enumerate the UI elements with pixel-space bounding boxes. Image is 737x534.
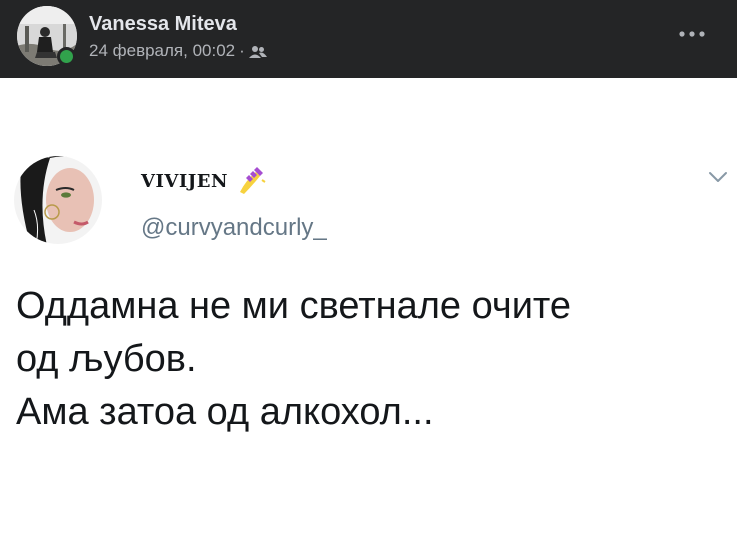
tweet-name-row: VIVIJEN [141,166,266,196]
tweet-card: VIVIJEN @curvyandcurly_ Оддамна не ми св… [0,78,737,534]
post-header: Vanessa Miteva 24 февраля, 00:02 · [0,0,737,78]
more-dots-icon [679,31,705,37]
tweet-text-line: од љубов. [16,338,197,380]
tweet-avatar[interactable] [14,150,102,250]
chevron-down-icon[interactable] [707,170,729,184]
more-options-button[interactable] [672,22,712,46]
online-status-dot [57,47,76,66]
friends-icon[interactable] [248,44,267,58]
tweet-text: Оддамна не ми светнале очите од љубов. А… [16,280,716,439]
tweet-text-line: Оддамна не ми светнале очите [16,285,572,327]
tweet-display-name[interactable]: VIVIJEN [141,171,228,192]
post-meta: 24 февраля, 00:02 · [89,41,267,61]
nail-polish-emoji-icon [236,166,266,196]
meta-separator: · [239,41,245,60]
author-name[interactable]: Vanessa Miteva [89,13,237,36]
tweet-handle[interactable]: @curvyandcurly_ [141,214,327,242]
tweet-text-line: Ама затоа од алкохол... [16,391,434,433]
post-timestamp[interactable]: 24 февраля, 00:02 [89,41,235,61]
author-avatar[interactable] [17,6,77,66]
